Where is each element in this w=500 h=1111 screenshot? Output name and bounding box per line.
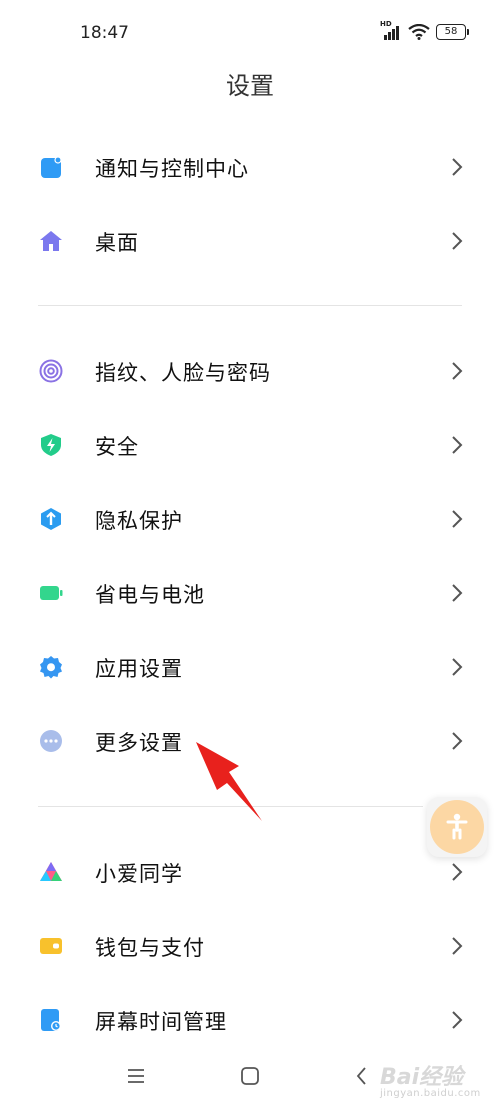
status-icons: HD 58 [380, 20, 469, 40]
status-time: 18:47 [80, 23, 129, 43]
settings-item-label: 隐私保护 [95, 509, 183, 533]
settings-item-screen-time[interactable]: 屏幕时间管理 [0, 983, 500, 1057]
chevron-right-icon [452, 510, 463, 528]
settings-item-notifications[interactable]: 通知与控制中心 [0, 130, 500, 204]
chevron-right-icon [452, 1011, 463, 1029]
chevron-right-icon [452, 658, 463, 676]
chevron-right-icon [452, 732, 463, 750]
settings-item-home-screen[interactable]: 桌面 [0, 204, 500, 278]
settings-item-app-settings[interactable]: 应用设置 [0, 630, 500, 704]
gear-icon [40, 656, 62, 679]
chevron-right-icon [452, 863, 463, 881]
chevron-right-icon [452, 362, 463, 380]
settings-item-label: 通知与控制中心 [95, 157, 249, 181]
security-shield-icon [41, 434, 61, 456]
watermark-url: jingyan.baidu.com [380, 1088, 481, 1099]
cell-signal-icon: HD [380, 20, 402, 40]
accessibility-circle [430, 800, 484, 854]
wallet-icon [40, 938, 62, 954]
accessibility-float-button[interactable] [427, 797, 487, 857]
settings-item-privacy[interactable]: 隐私保护 [0, 482, 500, 556]
settings-item-label: 省电与电池 [95, 583, 205, 607]
settings-item-xiaoai[interactable]: 小爱同学 [0, 835, 500, 909]
more-dots-icon [40, 730, 62, 752]
back-icon[interactable] [350, 1064, 374, 1088]
settings-item-more-settings[interactable]: 更多设置 [0, 704, 500, 778]
fingerprint-icon [39, 359, 63, 383]
settings-item-label: 更多设置 [95, 731, 183, 755]
watermark-brand: Bai经验 [380, 1065, 464, 1090]
settings-item-fingerprint-face-password[interactable]: 指纹、人脸与密码 [0, 334, 500, 408]
chevron-right-icon [452, 232, 463, 250]
chevron-right-icon [452, 584, 463, 602]
settings-item-label: 指纹、人脸与密码 [95, 361, 271, 385]
battery-status-icon: 58 [436, 24, 469, 40]
status-bar: 18:47 HD 58 [0, 0, 500, 66]
settings-item-label: 屏幕时间管理 [95, 1010, 227, 1034]
home-icon [40, 231, 62, 251]
chevron-right-icon [452, 158, 463, 176]
wifi-icon [408, 24, 430, 40]
hd-badge: HD [380, 20, 392, 28]
section-divider [38, 806, 423, 807]
home-nav-icon[interactable] [238, 1064, 262, 1088]
watermark-logo: Bai经验 jingyan.baidu.com [380, 1055, 498, 1105]
menu-icon[interactable] [124, 1064, 148, 1088]
screen-time-icon [41, 1009, 61, 1031]
page-title: 设置 [226, 72, 274, 100]
privacy-icon [41, 508, 61, 530]
settings-item-wallet-payment[interactable]: 钱包与支付 [0, 909, 500, 983]
settings-item-label: 安全 [95, 435, 139, 459]
notification-icon [41, 156, 62, 178]
xiaoai-icon [40, 862, 62, 881]
battery-icon [40, 586, 63, 600]
settings-item-security[interactable]: 安全 [0, 408, 500, 482]
accessibility-icon [446, 813, 468, 840]
chevron-right-icon [452, 436, 463, 454]
settings-item-label: 应用设置 [95, 657, 183, 681]
settings-item-label: 钱包与支付 [95, 936, 205, 960]
settings-item-battery[interactable]: 省电与电池 [0, 556, 500, 630]
settings-item-label: 小爱同学 [95, 862, 183, 886]
chevron-right-icon [452, 937, 463, 955]
section-divider [38, 305, 462, 306]
settings-item-label: 桌面 [95, 231, 139, 255]
